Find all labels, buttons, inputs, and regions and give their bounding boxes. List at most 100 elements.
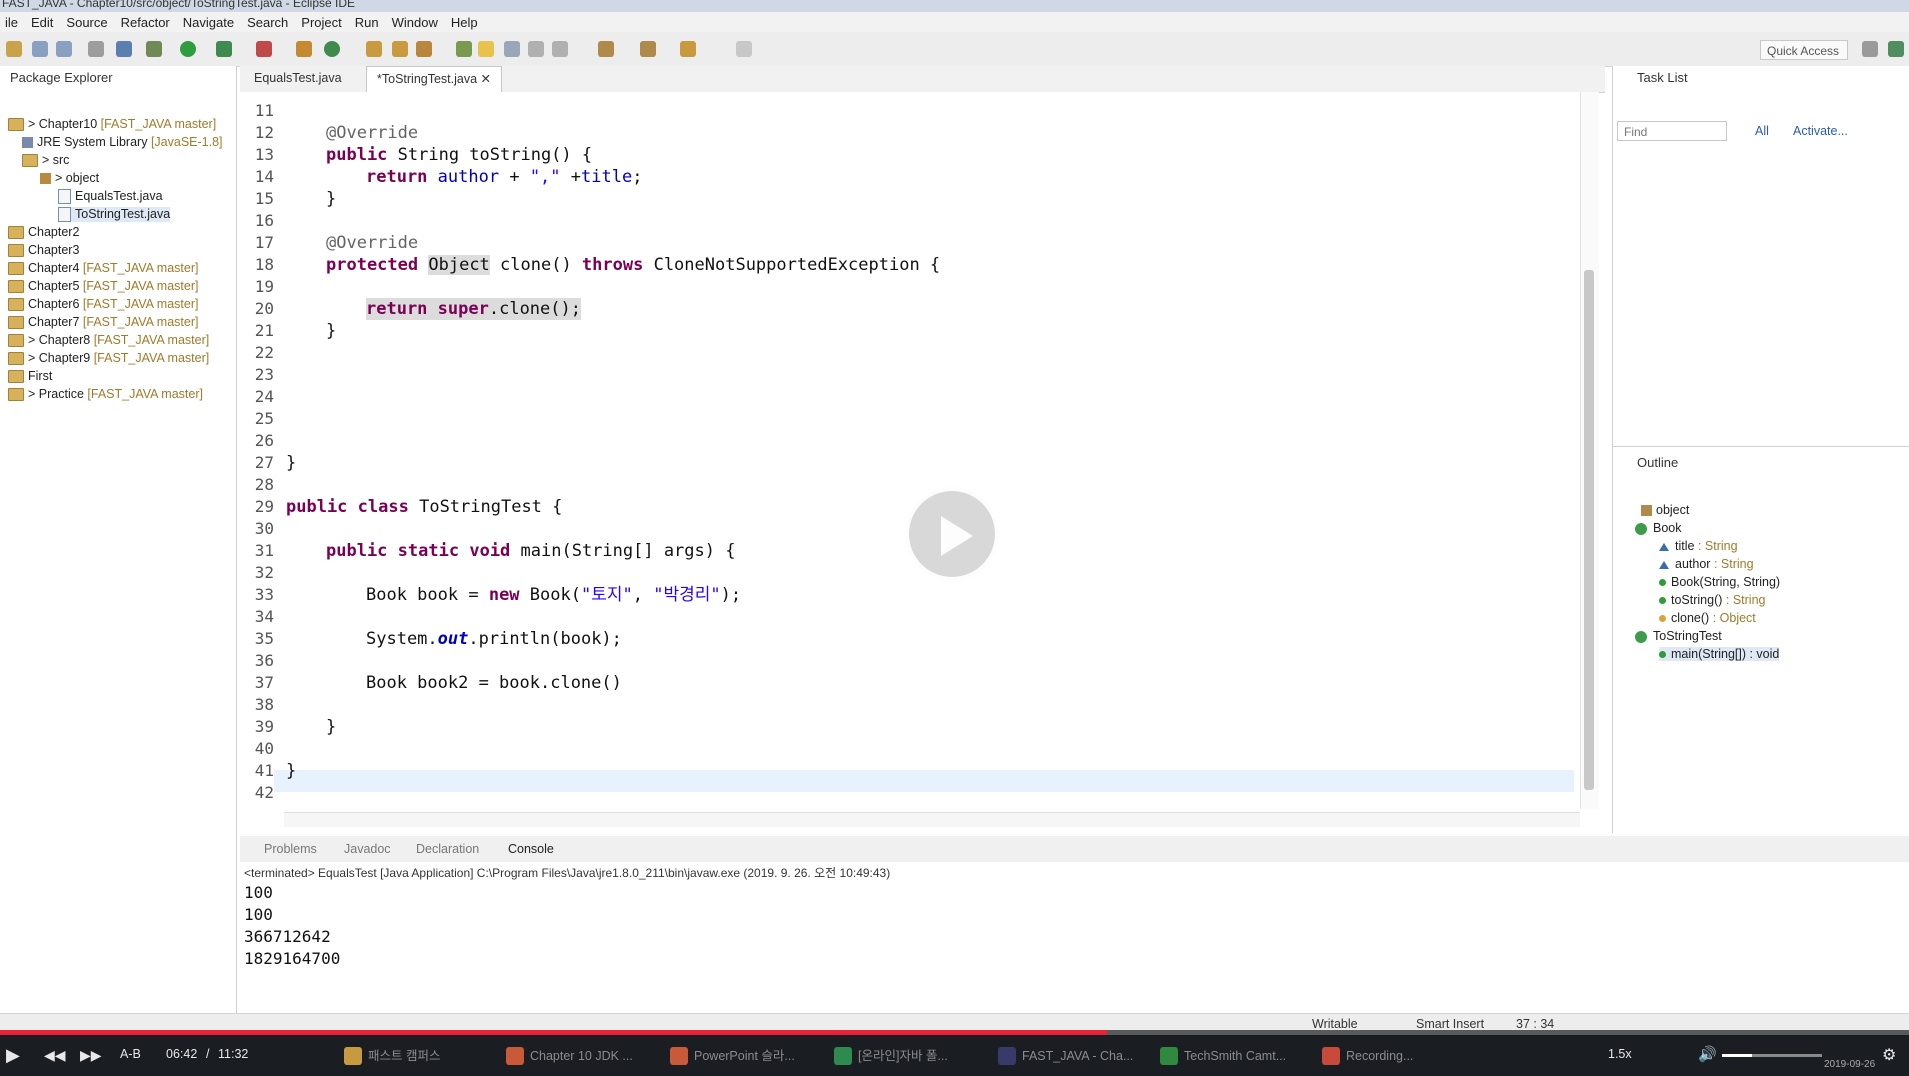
editor-horizontal-scrollbar[interactable] — [284, 812, 1580, 827]
outline-item[interactable]: title : String — [1659, 539, 1738, 553]
outline-item[interactable]: main(String[]) : void — [1659, 647, 1780, 661]
editor-scroll-thumb[interactable] — [1584, 270, 1594, 790]
play-icon[interactable] — [941, 516, 973, 556]
tree-item-chapter7[interactable]: Chapter7 [FAST_JAVA master] — [8, 315, 198, 330]
outline-item[interactable]: author : String — [1659, 557, 1754, 571]
forward-icon[interactable] — [736, 41, 752, 57]
tree-item-chapter9[interactable]: > Chapter9 [FAST_JAVA master] — [8, 351, 209, 366]
menu-run[interactable]: Run — [350, 15, 387, 30]
search-icon[interactable] — [416, 41, 432, 57]
tree-item-chapter8[interactable]: > Chapter8 [FAST_JAVA master] — [8, 333, 209, 348]
close-icon[interactable]: ✕ — [481, 72, 491, 86]
outline-item[interactable]: object — [1641, 503, 1689, 517]
outline-item[interactable]: Book — [1635, 521, 1682, 535]
project-icon — [8, 244, 24, 258]
ab-repeat-button[interactable]: A-B — [120, 1047, 141, 1061]
menu-navigate[interactable]: Navigate — [178, 15, 242, 30]
code-line: 39} — [254, 717, 337, 737]
project-icon — [8, 262, 24, 276]
new-icon[interactable] — [6, 41, 22, 57]
show-whitespace-icon[interactable] — [528, 41, 544, 57]
menu-source[interactable]: Source — [61, 15, 115, 30]
taskbar-item[interactable]: Chapter 10 JDK ... — [502, 1043, 633, 1069]
open-type-icon[interactable] — [366, 41, 382, 57]
taskbar-item[interactable]: [온라인]자바 폴... — [830, 1043, 948, 1069]
toggle-mark-occurrences-icon[interactable] — [456, 41, 472, 57]
code-line: 15} — [254, 189, 337, 209]
menu-help[interactable]: Help — [446, 15, 486, 30]
taskbar-item[interactable]: PowerPoint 슬라... — [666, 1043, 795, 1069]
open-task-icon[interactable] — [392, 41, 408, 57]
taskbar-item[interactable]: Recording... — [1318, 1043, 1413, 1069]
code-editor[interactable]: 11 12 @Override 13 public String toString(… — [240, 92, 1580, 809]
library-icon — [22, 137, 33, 149]
menu-file[interactable]: ile — [0, 15, 26, 30]
quick-access-input[interactable]: Quick Access — [1760, 40, 1848, 60]
code-line: 18 protected Object clone() throws CloneN… — [254, 255, 941, 275]
tree-item-chapter4[interactable]: Chapter4 [FAST_JAVA master] — [8, 261, 198, 276]
volume-icon[interactable]: 🔊 — [1698, 1045, 1717, 1063]
tree-item-chapter10[interactable]: > Chapter10 [FAST_JAVA master] — [8, 117, 216, 132]
save-icon[interactable] — [32, 41, 48, 57]
outline-tab[interactable]: Outline — [1637, 451, 1678, 475]
speed-button[interactable]: 1.5x — [1608, 1047, 1632, 1061]
pilcrow-icon[interactable] — [552, 41, 568, 57]
run-icon[interactable] — [180, 41, 196, 57]
task-list-tab[interactable]: Task List — [1637, 66, 1688, 90]
java-perspective-icon[interactable] — [1888, 41, 1904, 57]
settings-icon[interactable]: ⚙ — [1882, 1045, 1896, 1065]
debug-icon[interactable] — [146, 41, 162, 57]
play-pause-icon[interactable]: ▶ — [6, 1045, 20, 1066]
outline-item[interactable]: clone() : Object — [1659, 611, 1756, 625]
save-all-icon[interactable] — [56, 41, 72, 57]
toggle-block-selection-icon[interactable] — [504, 41, 520, 57]
tree-item-src[interactable]: > src — [22, 153, 69, 168]
activate-link[interactable]: Activate... — [1793, 124, 1848, 138]
tree-item-first[interactable]: First — [8, 369, 52, 384]
open-perspective-icon[interactable] — [1862, 41, 1878, 57]
menu-window[interactable]: Window — [387, 15, 446, 30]
coverage-icon[interactable] — [216, 41, 232, 57]
tab-declaration[interactable]: Declaration — [416, 836, 479, 862]
tree-item-practice[interactable]: > Practice [FAST_JAVA master] — [8, 387, 203, 402]
tree-item-chapter6[interactable]: Chapter6 [FAST_JAVA master] — [8, 297, 198, 312]
tree-item-chapter3[interactable]: Chapter3 — [8, 243, 79, 258]
fast-forward-icon[interactable]: ▶▶ — [80, 1047, 102, 1064]
task-find-input[interactable]: Find — [1617, 121, 1727, 141]
back-icon[interactable] — [680, 41, 696, 57]
tree-item-chapter2[interactable]: Chapter2 — [8, 225, 79, 240]
new-java-class-icon[interactable] — [324, 41, 340, 57]
code-line: 31 public static void main(String[] args)… — [254, 541, 736, 561]
package-explorer-tab[interactable]: Package Explorer — [10, 66, 113, 90]
menu-refactor[interactable]: Refactor — [116, 15, 178, 30]
toggle-highlight-icon[interactable] — [478, 41, 494, 57]
skip-breakpoints-icon[interactable] — [116, 41, 132, 57]
tree-item-jre-library[interactable]: JRE System Library [JavaSE-1.8] — [22, 135, 223, 149]
taskbar-item[interactable]: TechSmith Camt... — [1156, 1043, 1286, 1069]
menu-project[interactable]: Project — [296, 15, 349, 30]
tree-item-tostringtest[interactable]: ToStringTest.java — [58, 207, 171, 223]
tab-javadoc[interactable]: Javadoc — [344, 836, 391, 862]
outline-item[interactable]: Book(String, String) — [1659, 575, 1780, 589]
tree-item-chapter5[interactable]: Chapter5 [FAST_JAVA master] — [8, 279, 198, 294]
previous-annotation-icon[interactable] — [640, 41, 656, 57]
taskbar-item[interactable]: FAST_JAVA - Cha... — [994, 1043, 1133, 1069]
code-line: 30 — [254, 519, 274, 538]
outline-item[interactable]: ToStringTest — [1635, 629, 1722, 643]
external-tools-icon[interactable] — [256, 41, 272, 57]
all-link[interactable]: All — [1755, 124, 1769, 138]
tab-tostringtest[interactable]: *ToStringTest.java ✕ — [366, 66, 503, 92]
tree-item-equalstest[interactable]: EqualsTest.java — [58, 189, 163, 205]
rewind-icon[interactable]: ◀◀ — [44, 1047, 66, 1064]
build-icon[interactable] — [88, 41, 104, 57]
new-java-package-icon[interactable] — [296, 41, 312, 57]
menu-edit[interactable]: Edit — [26, 15, 61, 30]
next-annotation-icon[interactable] — [598, 41, 614, 57]
tab-console[interactable]: Console — [508, 836, 554, 862]
tab-problems[interactable]: Problems — [264, 836, 317, 862]
menu-search[interactable]: Search — [242, 15, 296, 30]
tab-equalstest[interactable]: EqualsTest.java — [244, 66, 352, 91]
tree-item-object-package[interactable]: > object — [40, 171, 99, 185]
outline-item[interactable]: toString() : String — [1659, 593, 1766, 607]
taskbar-item[interactable]: 패스트 캠퍼스 — [340, 1043, 440, 1069]
